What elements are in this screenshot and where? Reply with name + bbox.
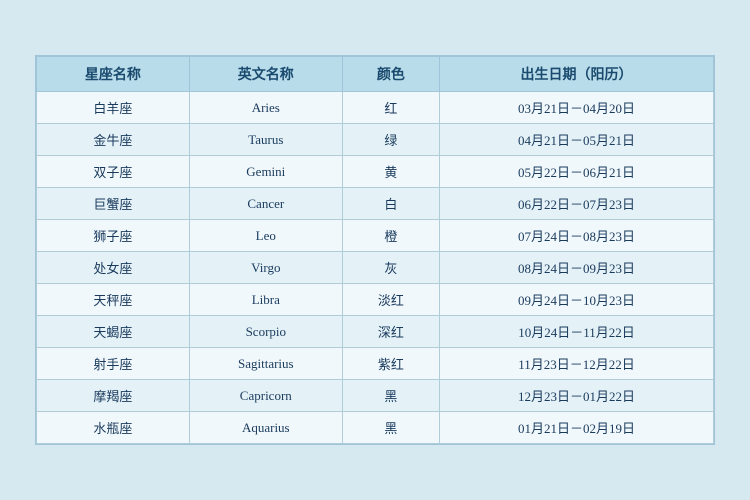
table-cell-0-2: 红 [342,92,439,124]
table-row: 狮子座Leo橙07月24日－08月23日 [37,220,714,252]
table-row: 金牛座Taurus绿04月21日－05月21日 [37,124,714,156]
table-row: 白羊座Aries红03月21日－04月20日 [37,92,714,124]
table-cell-0-3: 03月21日－04月20日 [439,92,713,124]
table-row: 射手座Sagittarius紫红11月23日－12月22日 [37,348,714,380]
table-cell-2-2: 黄 [342,156,439,188]
column-header-1: 英文名称 [189,57,342,92]
table-body: 白羊座Aries红03月21日－04月20日金牛座Taurus绿04月21日－0… [37,92,714,444]
table-header-row: 星座名称英文名称颜色出生日期（阳历） [37,57,714,92]
table-cell-2-3: 05月22日－06月21日 [439,156,713,188]
table-cell-1-0: 金牛座 [37,124,190,156]
table-cell-8-2: 紫红 [342,348,439,380]
table-row: 水瓶座Aquarius黑01月21日－02月19日 [37,412,714,444]
table-cell-9-3: 12月23日－01月22日 [439,380,713,412]
zodiac-table: 星座名称英文名称颜色出生日期（阳历） 白羊座Aries红03月21日－04月20… [36,56,714,444]
table-cell-6-1: Libra [189,284,342,316]
table-cell-8-1: Sagittarius [189,348,342,380]
table-cell-5-0: 处女座 [37,252,190,284]
table-cell-9-1: Capricorn [189,380,342,412]
table-cell-1-1: Taurus [189,124,342,156]
table-cell-8-0: 射手座 [37,348,190,380]
table-cell-3-0: 巨蟹座 [37,188,190,220]
table-row: 天蝎座Scorpio深红10月24日－11月22日 [37,316,714,348]
table-cell-7-3: 10月24日－11月22日 [439,316,713,348]
table-cell-7-1: Scorpio [189,316,342,348]
column-header-2: 颜色 [342,57,439,92]
table-cell-3-1: Cancer [189,188,342,220]
table-cell-9-0: 摩羯座 [37,380,190,412]
table-cell-10-2: 黑 [342,412,439,444]
table-cell-7-2: 深红 [342,316,439,348]
table-cell-4-3: 07月24日－08月23日 [439,220,713,252]
table-cell-6-0: 天秤座 [37,284,190,316]
table-cell-2-0: 双子座 [37,156,190,188]
table-row: 双子座Gemini黄05月22日－06月21日 [37,156,714,188]
table-row: 摩羯座Capricorn黑12月23日－01月22日 [37,380,714,412]
column-header-0: 星座名称 [37,57,190,92]
table-cell-1-3: 04月21日－05月21日 [439,124,713,156]
table-cell-4-0: 狮子座 [37,220,190,252]
table-cell-6-2: 淡红 [342,284,439,316]
table-cell-1-2: 绿 [342,124,439,156]
table-cell-6-3: 09月24日－10月23日 [439,284,713,316]
table-cell-0-0: 白羊座 [37,92,190,124]
table-cell-10-1: Aquarius [189,412,342,444]
table-row: 巨蟹座Cancer白06月22日－07月23日 [37,188,714,220]
table-cell-2-1: Gemini [189,156,342,188]
zodiac-table-wrapper: 星座名称英文名称颜色出生日期（阳历） 白羊座Aries红03月21日－04月20… [35,55,715,445]
table-cell-7-0: 天蝎座 [37,316,190,348]
table-cell-10-0: 水瓶座 [37,412,190,444]
table-cell-8-3: 11月23日－12月22日 [439,348,713,380]
table-cell-3-3: 06月22日－07月23日 [439,188,713,220]
table-cell-5-3: 08月24日－09月23日 [439,252,713,284]
table-cell-10-3: 01月21日－02月19日 [439,412,713,444]
table-row: 处女座Virgo灰08月24日－09月23日 [37,252,714,284]
table-row: 天秤座Libra淡红09月24日－10月23日 [37,284,714,316]
table-cell-4-1: Leo [189,220,342,252]
table-cell-0-1: Aries [189,92,342,124]
table-cell-9-2: 黑 [342,380,439,412]
column-header-3: 出生日期（阳历） [439,57,713,92]
table-cell-5-1: Virgo [189,252,342,284]
table-cell-4-2: 橙 [342,220,439,252]
table-cell-3-2: 白 [342,188,439,220]
table-cell-5-2: 灰 [342,252,439,284]
